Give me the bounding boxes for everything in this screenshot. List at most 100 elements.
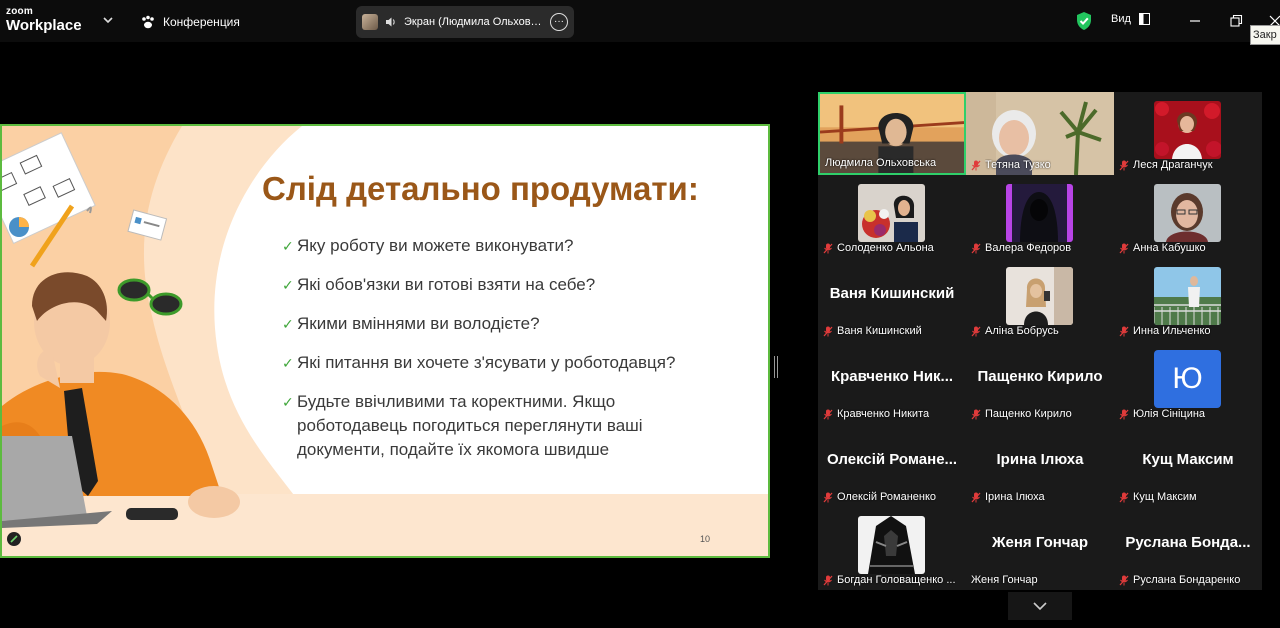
mic-muted-icon xyxy=(1119,575,1129,585)
meeting-title: Конференция xyxy=(163,15,240,29)
participant-tile[interactable]: Леся Драганчук xyxy=(1114,92,1262,175)
participant-video xyxy=(1006,184,1073,242)
restore-icon[interactable] xyxy=(1227,12,1245,30)
participant-tile[interactable]: Руслана Бонда... Руслана Бондаренко xyxy=(1114,507,1262,590)
participant-tile[interactable]: Валера Федоров xyxy=(966,175,1114,258)
mic-muted-icon xyxy=(1119,326,1129,336)
more-icon[interactable]: ··· xyxy=(550,13,568,31)
participant-nameplate: Тетяна Тузко xyxy=(971,159,1051,171)
participant-tile[interactable]: Богдан Головащенко ... xyxy=(818,507,966,590)
participant-name: Тетяна Тузко xyxy=(985,159,1051,171)
mic-muted-icon xyxy=(1119,160,1129,170)
participant-name: Солоденко Альона xyxy=(837,242,934,254)
participant-nameplate: Аліна Бобрусь xyxy=(971,325,1059,337)
participant-name: Валера Федоров xyxy=(985,242,1072,254)
participant-name: Пащенко Кирило xyxy=(985,408,1072,420)
slide-title: Слід детально продумати: xyxy=(262,170,699,207)
participant-video xyxy=(1154,267,1221,325)
participant-nameplate: Руслана Бондаренко xyxy=(1119,574,1240,586)
participant-video xyxy=(858,516,925,574)
participant-display-name: Олексій Романе... xyxy=(826,451,958,468)
participant-tile[interactable]: Анна Кабушко xyxy=(1114,175,1262,258)
participant-tile[interactable]: Солоденко Альона xyxy=(818,175,966,258)
participant-name: Кравченко Никита xyxy=(837,408,930,420)
shield-icon[interactable] xyxy=(1075,11,1093,31)
logo-line1: zoom xyxy=(6,6,33,17)
mic-muted-icon xyxy=(971,326,981,336)
app-logo: zoom Workplace xyxy=(6,6,82,34)
view-icon xyxy=(1138,13,1150,25)
bullet-text: Які обов'язки ви готові взяти на себе? xyxy=(297,275,596,294)
meeting-info-button[interactable]: Конференция xyxy=(140,12,240,32)
participant-tile[interactable]: Тетяна Тузко xyxy=(966,92,1114,175)
participant-display-name: Женя Гончар xyxy=(991,534,1089,551)
participant-name: Анна Кабушко xyxy=(1133,242,1206,254)
participant-display-name: Руслана Бонда... xyxy=(1125,534,1251,551)
participant-tile[interactable]: Женя Гончар Женя Гончар xyxy=(966,507,1114,590)
participant-nameplate: Кравченко Никита xyxy=(823,408,929,420)
participant-tile[interactable]: Олексій Романе... Олексій Романенко xyxy=(818,424,966,507)
panel-splitter-handle[interactable] xyxy=(774,356,778,378)
participant-name: Кущ Максим xyxy=(1133,491,1197,503)
participant-tile[interactable]: Ю Юлія Сініцина xyxy=(1114,341,1262,424)
participant-tile[interactable]: Кущ Максим Кущ Максим xyxy=(1114,424,1262,507)
view-menu-button[interactable]: Вид xyxy=(1111,13,1150,25)
minimize-icon[interactable] xyxy=(1186,12,1204,30)
participant-nameplate: Юлія Сініцина xyxy=(1119,408,1205,420)
mic-muted-icon xyxy=(823,409,833,419)
participant-nameplate: Ваня Кишинский xyxy=(823,325,922,337)
participant-name: Аліна Бобрусь xyxy=(985,325,1059,337)
chevron-down-icon xyxy=(1033,602,1047,611)
checkmark-icon: ✓ xyxy=(282,355,294,371)
participant-tile[interactable]: Пащенко Кирило Пащенко Кирило xyxy=(966,341,1114,424)
participant-video xyxy=(1154,101,1221,159)
mic-muted-icon xyxy=(823,575,833,585)
gallery-next-page-button[interactable] xyxy=(1008,592,1072,620)
participant-name: Юлія Сініцина xyxy=(1133,408,1206,420)
participant-tile[interactable]: Инна Ильченко xyxy=(1114,258,1262,341)
participant-video xyxy=(1006,267,1073,325)
participant-avatar-initial: Ю xyxy=(1154,350,1221,408)
shared-slide: Слід детально продумати: ✓ Яку роботу ви … xyxy=(0,124,770,558)
checkmark-icon: ✓ xyxy=(282,238,294,254)
participant-tile[interactable]: Ірина Ілюха Ірина Ілюха xyxy=(966,424,1114,507)
checkmark-icon: ✓ xyxy=(282,394,294,410)
participant-tile[interactable]: Людмила Ольховська xyxy=(818,92,966,175)
close-tooltip: Закр xyxy=(1250,25,1280,45)
slide-bullet-list: ✓ Яку роботу ви можете виконувати? ✓ Які о… xyxy=(282,234,722,477)
participant-tile[interactable]: Ваня Кишинский Ваня Кишинский xyxy=(818,258,966,341)
participant-name: Богдан Головащенко ... xyxy=(837,574,956,586)
participant-name: Леся Драганчук xyxy=(1133,159,1213,171)
participant-tile[interactable]: Аліна Бобрусь xyxy=(966,258,1114,341)
mic-muted-icon xyxy=(971,160,981,170)
participant-nameplate: Солоденко Альона xyxy=(823,242,934,254)
participant-nameplate: Богдан Головащенко ... xyxy=(823,574,956,586)
slide-bullet: ✓ Яку роботу ви можете виконувати? xyxy=(282,234,722,258)
participant-video xyxy=(858,184,925,242)
chevron-down-icon[interactable] xyxy=(102,14,114,26)
participant-nameplate: Леся Драганчук xyxy=(1119,159,1213,171)
participant-name: Руслана Бондаренко xyxy=(1133,574,1241,586)
slide-bullet: ✓ Якими вміннями ви володієте? xyxy=(282,312,722,336)
participant-display-name: Ваня Кишинский xyxy=(829,285,955,302)
participant-nameplate: Людмила Ольховська xyxy=(825,157,936,169)
screen-share-indicator[interactable]: Экран (Людмила Ольховськ ··· xyxy=(356,6,574,38)
participant-name: Олексій Романенко xyxy=(837,491,937,503)
participant-name: Людмила Ольховська xyxy=(825,157,937,169)
mic-muted-icon xyxy=(823,243,833,253)
top-bar: zoom Workplace Конференция Экран (Людмил… xyxy=(0,0,1280,45)
bullet-text: Якими вміннями ви володієте? xyxy=(297,314,540,333)
participant-nameplate: Женя Гончар xyxy=(971,574,1038,586)
participant-nameplate: Олексій Романенко xyxy=(823,491,936,503)
participant-tile[interactable]: Кравченко Ник... Кравченко Никита xyxy=(818,341,966,424)
participant-nameplate: Валера Федоров xyxy=(971,242,1071,254)
participant-display-name: Кущ Максим xyxy=(1142,451,1234,468)
slide-page-number: 10 xyxy=(700,534,711,544)
participant-name: Инна Ильченко xyxy=(1133,325,1211,337)
view-menu-label: Вид xyxy=(1111,13,1131,25)
participant-video xyxy=(1154,184,1221,242)
participant-display-name: Пащенко Кирило xyxy=(977,368,1103,385)
bullet-text: Будьте ввічливими та коректними. Якщо ро… xyxy=(297,392,643,459)
bullet-text: Які питання ви хочете з'ясувати у робото… xyxy=(297,353,676,372)
participant-name: Ваня Кишинский xyxy=(837,325,922,337)
